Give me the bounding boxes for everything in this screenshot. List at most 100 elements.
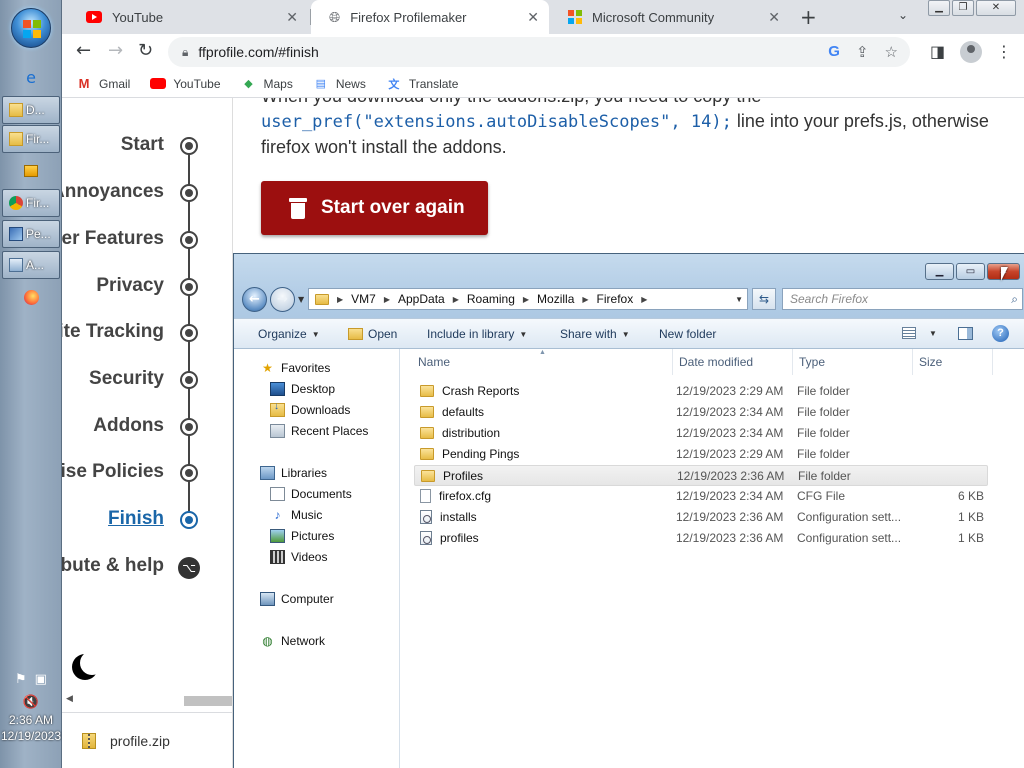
nav-computer[interactable]: Computer (260, 590, 334, 608)
nav-documents[interactable]: Documents (270, 485, 352, 503)
step-dot-icon[interactable] (180, 371, 198, 389)
taskbar-button-a[interactable]: A... (2, 251, 60, 279)
address-bar[interactable]: 🔒︎ ffprofile.com/#finish G ⇪ ☆ (168, 37, 910, 67)
nav-recent-places[interactable]: Recent Places (270, 422, 368, 440)
breadcrumb-segment[interactable]: Mozilla (537, 292, 574, 306)
new-tab-button[interactable]: + (800, 5, 817, 29)
media-player-icon[interactable] (19, 160, 43, 182)
file-row[interactable]: Crash Reports 12/19/2023 2:29 AM File fold… (414, 381, 988, 402)
nav-favorites[interactable]: ★ Favorites (260, 359, 330, 377)
step-dot-icon[interactable] (180, 464, 198, 482)
start-button[interactable] (11, 8, 51, 48)
breadcrumb-segment[interactable]: Firefox (597, 292, 634, 306)
bookmark-news[interactable]: ▤ News (313, 77, 366, 91)
taskbar-button-pe[interactable]: Pe... (2, 220, 60, 248)
help-button[interactable]: ? (992, 325, 1009, 342)
breadcrumb-separator-icon[interactable]: ▶ (453, 295, 459, 304)
file-row[interactable]: Pending Pings 12/19/2023 2:29 AM File fold… (414, 444, 988, 465)
back-arrow-icon[interactable]: ← (76, 40, 91, 61)
step-link[interactable]: rise Policies (62, 461, 164, 485)
reload-icon[interactable]: ↻ (138, 40, 153, 61)
include-in-library-button[interactable]: Include in library ▼ (427, 327, 527, 341)
step-link[interactable]: Annoyances (62, 181, 164, 205)
action-center-flag-icon[interactable]: ⚑ (15, 672, 27, 687)
nav-pictures[interactable]: Pictures (270, 527, 334, 545)
file-row[interactable]: firefox.cfg 12/19/2023 2:34 AM CFG File 6 K… (414, 486, 988, 507)
bookmark-youtube[interactable]: YouTube (150, 77, 221, 91)
internet-explorer-icon[interactable]: e (19, 66, 43, 88)
share-icon[interactable]: ⇪ (856, 43, 869, 61)
taskbar-button-chrome[interactable]: Fir... (2, 189, 60, 217)
bookmark-maps[interactable]: ◆ Maps (241, 77, 293, 91)
bookmark-star-icon[interactable]: ☆ (885, 43, 898, 61)
file-row[interactable]: distribution 12/19/2023 2:34 AM File folde… (414, 423, 988, 444)
new-folder-button[interactable]: New folder (659, 327, 716, 341)
step-link[interactable]: Security (89, 368, 164, 392)
close-tab-icon[interactable]: ✕ (768, 9, 780, 26)
explorer-search-input[interactable]: Search Firefox ⌕ (782, 288, 1023, 310)
download-shelf-item[interactable]: profile.zip (62, 712, 232, 768)
bookmark-gmail[interactable]: M Gmail (76, 76, 131, 91)
explorer-address-bar[interactable]: ▶ VM7 ▶ AppData ▶ Roaming ▶ Mozilla ▶ Firefox ▶ ▼ (308, 288, 748, 310)
network-icon[interactable]: ▣ (35, 672, 47, 687)
breadcrumb-segment[interactable]: Roaming (467, 292, 515, 306)
volume-muted-icon[interactable]: 🔇 (23, 695, 39, 710)
breadcrumb-separator-icon[interactable]: ▶ (523, 295, 529, 304)
google-icon[interactable]: G (828, 43, 840, 61)
nav-music[interactable]: ♪ Music (270, 506, 323, 524)
step-dot-icon[interactable] (180, 324, 198, 342)
column-header-date-modified[interactable]: Date modified (673, 349, 793, 375)
nav-desktop[interactable]: Desktop (270, 380, 335, 398)
step-dot-icon[interactable] (180, 231, 198, 249)
recent-pages-dropdown-icon[interactable]: ▼ (298, 295, 304, 304)
github-icon[interactable]: ⌥ (178, 557, 200, 579)
nav-network[interactable]: ◍ Network (260, 632, 325, 650)
explorer-refresh-button[interactable]: ⇆ (752, 288, 776, 310)
change-view-button[interactable]: ▼ (902, 327, 937, 339)
share-with-button[interactable]: Share with ▼ (560, 327, 630, 341)
file-row[interactable]: Profiles 12/19/2023 2:36 AM File folder (414, 465, 988, 486)
close-window-button[interactable]: ✕ (976, 0, 1016, 16)
scroll-left-arrow-icon[interactable]: ◀ (66, 694, 73, 704)
step-link[interactable]: Privacy (96, 275, 164, 299)
close-tab-icon[interactable]: ✕ (286, 9, 298, 26)
explorer-forward-button[interactable]: → (270, 287, 295, 312)
taskbar-button-firefox-folder[interactable]: Fir... (2, 125, 60, 153)
column-header-name[interactable]: Name (400, 349, 673, 375)
horizontal-scrollbar[interactable]: ◀ (62, 694, 232, 708)
explorer-maximize-button[interactable]: ▭ (956, 263, 985, 280)
breadcrumb-segment[interactable]: VM7 (351, 292, 376, 306)
nav-videos[interactable]: Videos (270, 548, 327, 566)
organize-button[interactable]: Organize ▼ (258, 327, 320, 341)
tab-firefox-profilemaker[interactable]: 🌐︎ Firefox Profilemaker ✕ (311, 0, 549, 34)
step-dot-icon[interactable] (180, 511, 198, 529)
scrollbar-thumb[interactable] (184, 696, 232, 706)
nav-libraries[interactable]: Libraries (260, 464, 327, 482)
start-over-button[interactable]: Start over again (261, 181, 488, 235)
step-link[interactable]: Addons (93, 415, 164, 439)
step-link[interactable]: ite Tracking (62, 321, 164, 345)
dark-mode-moon-icon[interactable] (72, 651, 104, 680)
explorer-minimize-button[interactable]: ▁ (925, 263, 954, 280)
step-link[interactable]: Finish (108, 508, 164, 532)
tab-youtube[interactable]: YouTube ✕ (68, 0, 308, 34)
menu-kebab-icon[interactable]: ⋮ (996, 42, 1012, 61)
step-dot-icon[interactable] (180, 137, 198, 155)
taskbar-button-d[interactable]: D... (2, 96, 60, 124)
restore-button[interactable]: ❐ (952, 0, 974, 16)
step-dot-icon[interactable] (180, 184, 198, 202)
breadcrumb-segment[interactable]: AppData (398, 292, 445, 306)
column-header-type[interactable]: Type (793, 349, 913, 375)
side-panel-icon[interactable]: ◨ (930, 42, 945, 61)
breadcrumb-separator-icon[interactable]: ▶ (384, 295, 390, 304)
nav-downloads[interactable]: Downloads (270, 401, 350, 419)
step-link[interactable]: ser Features (62, 228, 164, 252)
breadcrumb-separator-icon[interactable]: ▶ (582, 295, 588, 304)
bookmark-translate[interactable]: 文 Translate (386, 77, 458, 91)
clock[interactable]: 2:36 AM 12/19/2023 (0, 712, 62, 744)
file-row[interactable]: profiles 12/19/2023 2:36 AM Configuration … (414, 528, 988, 549)
tab-search-chevron-icon[interactable]: ⌄ (898, 8, 908, 22)
profile-avatar[interactable] (960, 41, 982, 63)
file-row[interactable]: defaults 12/19/2023 2:34 AM File folder (414, 402, 988, 423)
close-tab-icon[interactable]: ✕ (527, 9, 539, 26)
